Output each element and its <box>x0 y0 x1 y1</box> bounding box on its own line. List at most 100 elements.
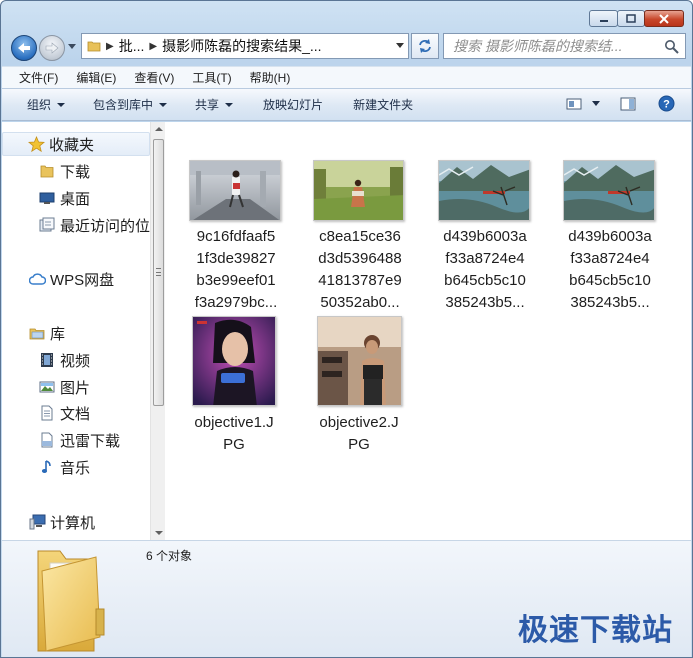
file-item[interactable]: 9c16fdfaaf5 1f3de39827 b3e99eef01 f3a297… <box>176 160 296 311</box>
caption-buttons <box>589 10 684 27</box>
close-icon <box>659 13 669 24</box>
nav-computer-label: 计算机 <box>50 514 96 532</box>
refresh-icon <box>419 39 431 53</box>
include-in-library-button[interactable]: 包含到库中 <box>84 93 176 116</box>
file-name: d439b6003a f33a8724e4 b645cb5c10 385243b… <box>425 226 545 314</box>
lake-photo-thumbnail <box>564 161 654 220</box>
file-name: 9c16fdfaaf5 1f3de39827 b3e99eef01 f3a297… <box>176 226 296 314</box>
menu-view[interactable]: 查看(V) <box>125 67 183 88</box>
pictures-icon <box>38 378 56 396</box>
menu-edit[interactable]: 编辑(E) <box>67 67 125 88</box>
file-item[interactable]: d439b6003a f33a8724e4 b645cb5c10 385243b… <box>550 160 670 311</box>
file-name-line: d439b6003a <box>443 228 527 245</box>
address-row: ▶ 批... ▶ 摄影师陈磊的搜索结果_... 搜索 摄影师陈磊的搜索结... <box>9 32 686 62</box>
documents-icon <box>38 404 56 422</box>
nav-computer[interactable]: 计算机 <box>2 510 150 534</box>
close-button[interactable] <box>644 10 684 27</box>
file-name-line: b645cb5c10 <box>569 272 651 289</box>
forward-button[interactable] <box>39 35 65 61</box>
nav-pictures-label: 图片 <box>60 379 91 397</box>
breadcrumb-separator[interactable]: ▶ <box>106 41 114 52</box>
file-name-line: 385243b5... <box>570 294 650 311</box>
file-view: 9c16fdfaaf5 1f3de39827 b3e99eef01 f3a297… <box>166 122 691 540</box>
watermark-text: 极速下载站 <box>518 614 673 647</box>
library-icon <box>28 324 46 342</box>
file-item[interactable]: objective2.J PG <box>299 316 419 456</box>
navigation-scrollbar[interactable] <box>150 122 165 540</box>
address-dropdown-icon[interactable] <box>396 43 404 49</box>
menu-bar: 文件(F) 编辑(E) 查看(V) 工具(T) 帮助(H) <box>2 66 691 88</box>
file-name-line: objective2.J <box>319 414 399 431</box>
file-name-line: 385243b5... <box>445 294 525 311</box>
file-name-line: 41813787e9 <box>318 272 402 289</box>
file-thumbnail <box>563 160 655 221</box>
scroll-up-arrow[interactable] <box>155 127 163 131</box>
view-icon <box>566 98 582 109</box>
slideshow-button[interactable]: 放映幻灯片 <box>254 93 332 116</box>
maximize-button[interactable] <box>617 10 645 27</box>
back-button[interactable] <box>11 35 37 61</box>
scroll-thumb[interactable] <box>153 139 164 406</box>
breadcrumb-item-parent[interactable]: 批... <box>119 36 145 56</box>
chevron-down-icon <box>57 102 66 107</box>
recent-places-icon <box>38 216 56 234</box>
thunder-download-icon <box>38 431 56 449</box>
file-name-line: b645cb5c10 <box>444 272 526 289</box>
minimize-button[interactable] <box>589 10 618 27</box>
menu-tools[interactable]: 工具(T) <box>183 67 240 88</box>
new-folder-button[interactable]: 新建文件夹 <box>344 93 422 116</box>
nav-documents[interactable]: 文档 <box>2 401 150 425</box>
command-bar: 组织 包含到库中 共享 放映幻灯片 新建文件夹 ? <box>2 88 691 121</box>
search-box[interactable]: 搜索 摄影师陈磊的搜索结... <box>443 33 686 59</box>
file-name-line: f33a8724e4 <box>445 250 525 267</box>
breadcrumb-item-current[interactable]: 摄影师陈磊的搜索结果_... <box>162 36 321 56</box>
refresh-button[interactable] <box>411 33 439 59</box>
chevron-down-icon <box>592 100 600 106</box>
file-item[interactable]: c8ea15ce36 d3d5396488 41813787e9 50352ab… <box>300 160 420 311</box>
nav-desktop-label: 桌面 <box>60 190 91 208</box>
navigation-tree: 收藏夹 下载 桌面 最近访问的位 WPS网盘 库 视频 图片 文档 迅雷下载 音… <box>2 122 150 540</box>
file-thumbnail <box>438 160 530 221</box>
file-name: objective1.J PG <box>174 412 294 456</box>
nav-thunder-downloads-label: 迅雷下载 <box>60 432 121 450</box>
file-item[interactable]: objective1.J PG <box>174 316 294 456</box>
computer-icon <box>28 513 46 531</box>
chevron-down-icon <box>159 102 168 107</box>
nav-libraries[interactable]: 库 <box>2 321 150 345</box>
file-name: d439b6003a f33a8724e4 b645cb5c10 385243b… <box>550 226 670 314</box>
breadcrumb-separator[interactable]: ▶ <box>149 41 157 52</box>
nav-videos[interactable]: 视频 <box>2 348 150 372</box>
scroll-down-arrow[interactable] <box>155 531 163 535</box>
share-button[interactable]: 共享 <box>186 93 242 116</box>
help-button[interactable]: ? <box>658 95 675 112</box>
menu-file[interactable]: 文件(F) <box>10 67 67 88</box>
preview-pane-button[interactable] <box>620 97 636 111</box>
file-name-line: f3a2979bc... <box>194 294 278 311</box>
nav-wps-drive[interactable]: WPS网盘 <box>2 267 150 291</box>
history-dropdown-icon[interactable] <box>68 44 76 50</box>
arrow-right-icon <box>45 42 59 54</box>
nav-recent-places[interactable]: 最近访问的位 <box>2 213 150 237</box>
nav-downloads[interactable]: 下载 <box>2 159 150 183</box>
file-name-line: 50352ab0... <box>320 294 400 311</box>
address-bar[interactable]: ▶ 批... ▶ 摄影师陈磊的搜索结果_... <box>81 33 409 59</box>
file-name: c8ea15ce36 d3d5396488 41813787e9 50352ab… <box>300 226 420 314</box>
music-icon <box>38 458 56 476</box>
change-view-button[interactable] <box>566 97 600 111</box>
nav-music[interactable]: 音乐 <box>2 455 150 479</box>
folder-icon <box>87 41 101 52</box>
search-icon[interactable] <box>664 39 679 54</box>
street-photo-thumbnail <box>190 161 280 220</box>
organize-button[interactable]: 组织 <box>18 93 74 116</box>
video-icon <box>38 351 56 369</box>
file-item[interactable]: d439b6003a f33a8724e4 b645cb5c10 385243b… <box>425 160 545 311</box>
nav-thunder-downloads[interactable]: 迅雷下载 <box>2 428 150 452</box>
nav-desktop[interactable]: 桌面 <box>2 186 150 210</box>
chevron-down-icon <box>225 102 234 107</box>
search-input[interactable]: 搜索 摄影师陈磊的搜索结... <box>453 36 658 56</box>
menu-help[interactable]: 帮助(H) <box>241 67 300 88</box>
nav-pictures[interactable]: 图片 <box>2 375 150 399</box>
file-name-line: d439b6003a <box>568 228 652 245</box>
nav-favorites[interactable]: 收藏夹 <box>2 132 150 156</box>
file-name-line: d3d5396488 <box>318 250 402 267</box>
